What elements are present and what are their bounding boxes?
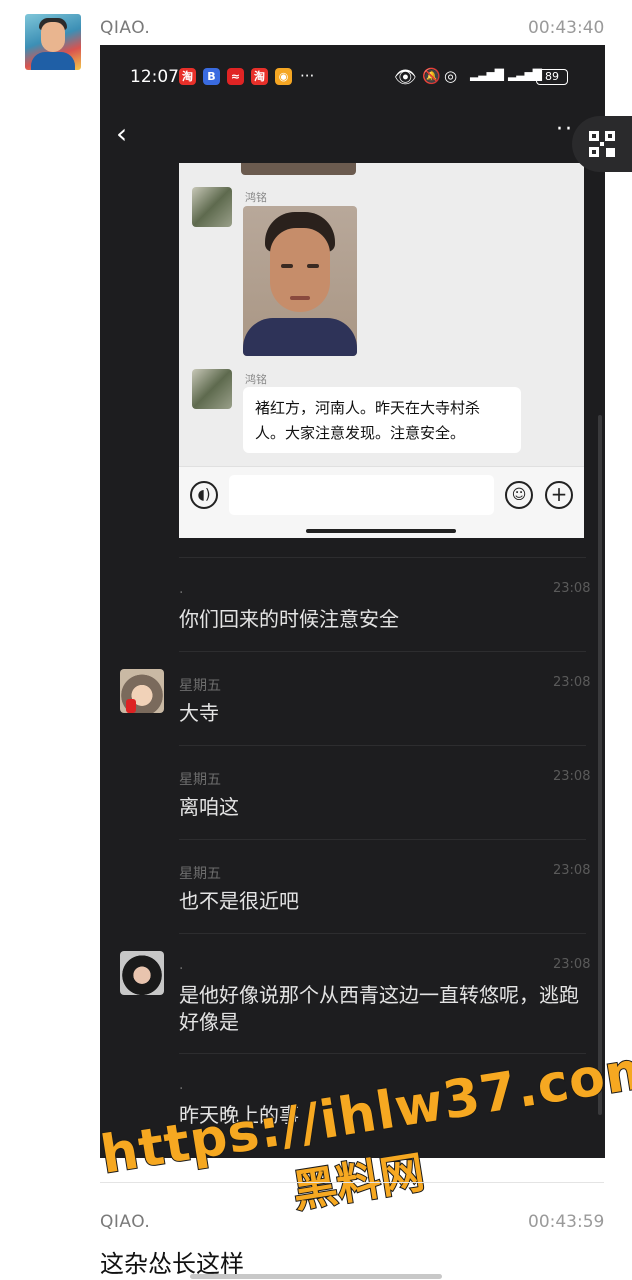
inner-sender-name: 鸿铭 <box>245 191 267 204</box>
avatar-face <box>41 22 65 52</box>
app-icon: B <box>203 68 220 85</box>
inner-message-bubble: 褚红方，河南人。昨天在大寺村杀人。大家注意发现。注意安全。 <box>243 387 521 453</box>
photo-mouth <box>290 296 310 300</box>
qr-scan-button[interactable] <box>572 116 632 172</box>
message-text: 离咱这 <box>179 795 239 819</box>
photo-shirt <box>243 318 357 356</box>
message-time: 23:08 <box>553 675 591 690</box>
inner-home-indicator <box>306 529 456 533</box>
sender-name: QIAO. <box>100 1212 151 1232</box>
photo-eye <box>281 264 293 268</box>
message-time: 00:43:40 <box>528 18 605 38</box>
message-text: 也不是很近吧 <box>179 889 299 913</box>
more-status-icon: ··· <box>300 67 315 85</box>
message-sender: 星期五 <box>179 866 221 882</box>
inner-input-field <box>229 475 494 515</box>
divider <box>179 557 586 558</box>
message-time: 23:08 <box>553 581 591 596</box>
message-text: 是他好像说那个从西青这边一直转悠呢，逃跑好像是 <box>179 983 579 1034</box>
message-time: 23:08 <box>553 769 591 784</box>
divider <box>179 933 586 934</box>
divider <box>179 745 586 746</box>
avatar[interactable] <box>120 669 164 713</box>
message-sender: 星期五 <box>179 678 221 694</box>
divider <box>179 651 586 652</box>
avatar[interactable] <box>120 951 164 995</box>
scrollbar[interactable] <box>598 415 602 1115</box>
weibo-icon: ◉ <box>275 68 292 85</box>
message-sender: . <box>179 957 184 973</box>
divider <box>179 1053 586 1054</box>
taobao-icon: 淘 <box>251 68 268 85</box>
message-time: 23:08 <box>553 957 591 972</box>
qr-code-icon <box>589 131 615 157</box>
inner-avatar <box>192 187 232 227</box>
message-sender: 星期五 <box>179 772 221 788</box>
taobao-icon: 淘 <box>179 68 196 85</box>
inner-sender-name: 鸿铭 <box>245 373 267 386</box>
sender-avatar[interactable] <box>25 14 81 70</box>
message-sender: . <box>179 1077 184 1093</box>
news-icon: ≈ <box>227 68 244 85</box>
emoji-icon: ☺ <box>505 481 533 509</box>
plus-icon: + <box>545 481 573 509</box>
avatar-detail <box>126 699 136 713</box>
message-sender: . <box>179 581 184 597</box>
inner-avatar <box>192 369 232 409</box>
more-icon[interactable]: ·· <box>556 117 574 142</box>
suspect-photo <box>243 206 357 356</box>
inner-input-bar: ◖) ☺ + <box>179 466 584 538</box>
sender-name: QIAO. <box>100 18 151 38</box>
back-icon[interactable]: ‹ <box>116 117 127 150</box>
signal-icon: ▂▃▅▇ <box>470 67 504 81</box>
inner-chat-screenshot: 鸿铭 鸿铭 褚红方，河南人。昨天在大寺村杀人。大家注意发现。注意安全。 ◖) ☺… <box>179 163 584 538</box>
status-time: 12:07 <box>130 67 179 87</box>
voice-icon: ◖) <box>190 481 218 509</box>
photo-eye <box>307 264 319 268</box>
message-time: 00:43:59 <box>528 1212 605 1232</box>
home-indicator <box>190 1274 442 1279</box>
screenshot-image-message[interactable]: 12:07 淘 B ≈ 淘 ◉ ··· 👁 🔕 ◎ ▂▃▅▇ ▂▃▅▇ 89 ‹… <box>100 45 605 1158</box>
divider <box>100 1182 604 1183</box>
message-time: 23:08 <box>553 863 591 878</box>
previous-image-edge <box>241 163 356 175</box>
message-text: 你们回来的时候注意安全 <box>179 607 399 631</box>
avatar-shirt <box>31 52 75 70</box>
eye-icon: 👁 <box>394 67 417 88</box>
divider <box>179 839 586 840</box>
mute-icon: 🔕 <box>422 67 441 85</box>
message-text: 大寺 <box>179 701 219 725</box>
hotspot-icon: ◎ <box>444 67 458 85</box>
battery-icon: 89 <box>536 69 568 85</box>
